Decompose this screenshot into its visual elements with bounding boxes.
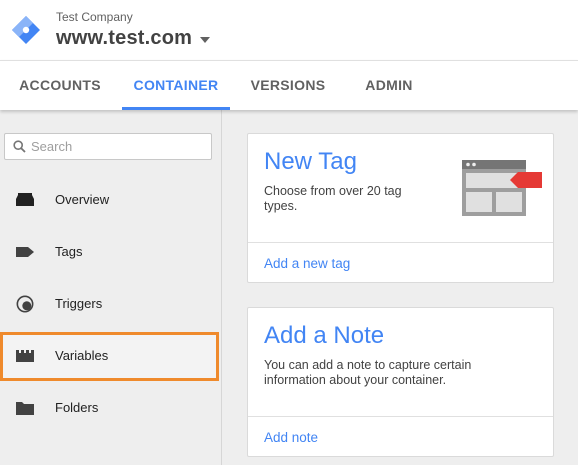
add-note-title[interactable]: Add a Note [264, 322, 384, 350]
new-tag-illustration-icon [462, 160, 542, 216]
sidebar-item-label: Triggers [55, 296, 103, 311]
search-icon [13, 140, 26, 153]
container-domain: www.test.com [56, 27, 193, 49]
search-input[interactable] [31, 137, 207, 156]
tab-container[interactable]: CONTAINER [122, 61, 230, 110]
sidebar-item-variables[interactable]: Variables [0, 334, 220, 378]
card-divider [248, 416, 553, 417]
app-header: Test Company www.test.com [0, 0, 578, 60]
sidebar-item-tags[interactable]: Tags [0, 230, 220, 274]
search-box [4, 133, 212, 160]
sidebar-item-label: Tags [55, 244, 83, 259]
triggers-icon [16, 295, 34, 313]
chevron-down-icon [200, 36, 211, 43]
add-note-card: Add a Note You can add a note to capture… [247, 307, 554, 457]
sidebar-item-label: Folders [55, 400, 99, 415]
container-selector[interactable]: www.test.com [56, 27, 211, 50]
new-tag-title[interactable]: New Tag [264, 148, 357, 176]
sidebar-item-label: Overview [55, 192, 110, 207]
overview-icon [16, 193, 34, 206]
sidebar-item-folders[interactable]: Folders [0, 386, 220, 430]
sidebar: Overview Tags Triggers Variables Folders [0, 110, 222, 465]
main-tabs: ACCOUNTS CONTAINER VERSIONS ADMIN [0, 60, 578, 110]
add-note-description: You can add a note to capture certain in… [264, 358, 472, 387]
tag-manager-logo-icon [12, 16, 40, 44]
tab-admin[interactable]: ADMIN [350, 61, 428, 110]
tab-accounts[interactable]: ACCOUNTS [10, 61, 110, 110]
sidebar-item-label: Variables [55, 348, 109, 363]
new-tag-description: Choose from over 20 tag types. [264, 184, 402, 213]
variables-icon [16, 350, 34, 362]
tag-icon [16, 247, 34, 257]
sidebar-item-triggers[interactable]: Triggers [0, 282, 220, 326]
card-divider [248, 242, 553, 243]
folder-icon [16, 402, 34, 415]
add-note-link[interactable]: Add note [264, 430, 318, 445]
new-tag-card: New Tag Choose from over 20 tag types. A… [247, 133, 554, 283]
sidebar-item-overview[interactable]: Overview [0, 178, 220, 222]
company-name: Test Company [56, 10, 133, 24]
tab-versions[interactable]: VERSIONS [240, 61, 336, 110]
add-new-tag-link[interactable]: Add a new tag [264, 256, 350, 271]
